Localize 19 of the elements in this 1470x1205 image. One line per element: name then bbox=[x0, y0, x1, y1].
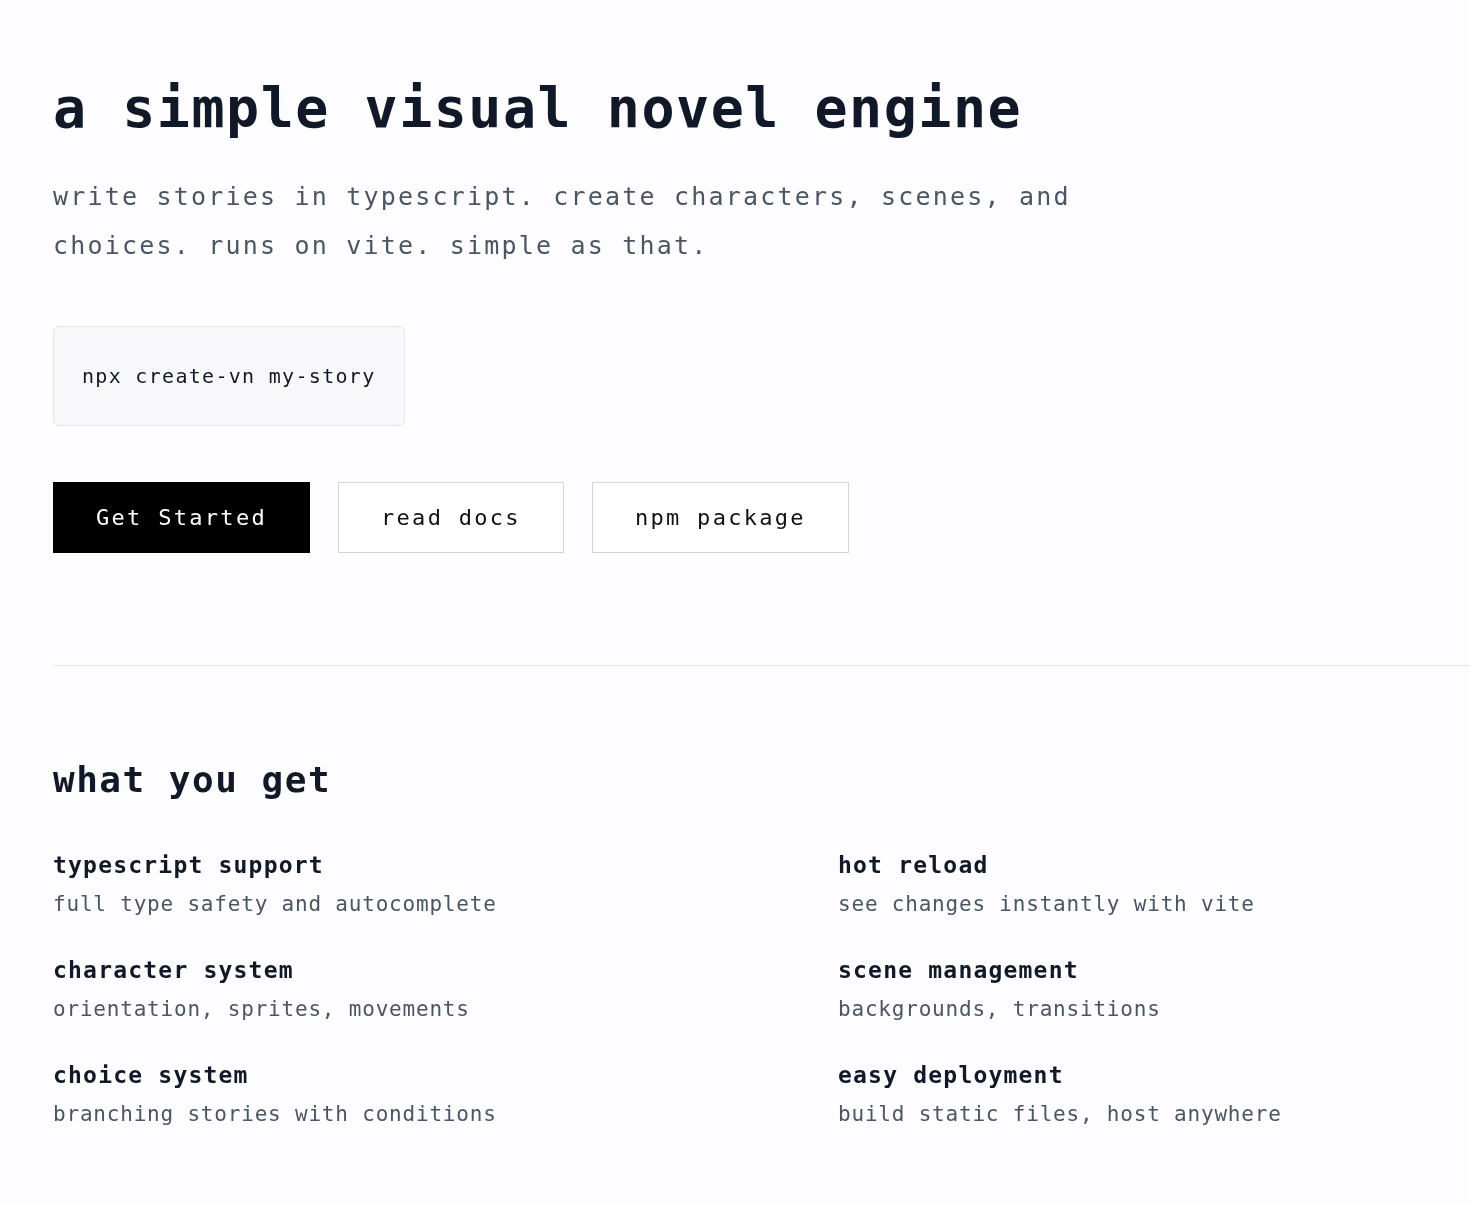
feature-title: character system bbox=[53, 956, 295, 985]
primary-button[interactable]: Get Started bbox=[53, 482, 310, 553]
feature-description: backgrounds, transitions bbox=[838, 996, 1162, 1023]
tagline: write stories in typescript. create characters, scenes, and choices. runs on vite. simple as that. bbox=[53, 181, 1072, 262]
feature-description: see changes instantly with vite bbox=[838, 891, 1256, 918]
feature-title: scene management bbox=[838, 956, 1080, 985]
link-button[interactable]: npm package bbox=[591, 482, 849, 553]
feature-description: orientation, sprites, movements bbox=[53, 996, 471, 1023]
feature-description: build static files, host anywhere bbox=[838, 1101, 1283, 1128]
feature-title: hot reload bbox=[838, 851, 990, 880]
page-title: a simple visual novel engine bbox=[53, 75, 1024, 142]
feature-title: typescript support bbox=[53, 851, 325, 880]
link-button[interactable]: read docs bbox=[338, 482, 564, 553]
feature-description: full type safety and autocomplete bbox=[53, 891, 498, 918]
feature-title: choice system bbox=[53, 1061, 250, 1090]
section-heading: what you get bbox=[53, 758, 333, 802]
feature-description: branching stories with conditions bbox=[53, 1101, 498, 1128]
feature-title: easy deployment bbox=[838, 1061, 1065, 1090]
install-command: npx create-vn my-story bbox=[53, 326, 405, 426]
